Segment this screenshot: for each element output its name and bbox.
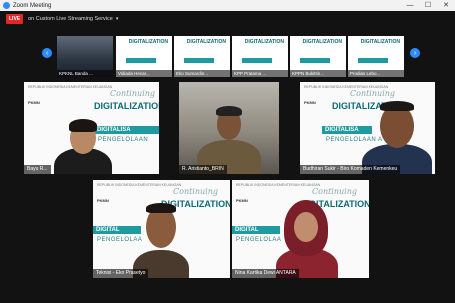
slide-script-title: Continuing [312, 187, 357, 196]
live-stream-bar: LIVE on Custom Live Streaming Service ▾ [0, 11, 455, 27]
slide-script-title: Continuing [173, 187, 218, 196]
gallery-thumb[interactable]: DIGITALIZATION KPP Pratama ... [232, 36, 288, 77]
zoom-app-icon [3, 2, 10, 9]
slide-subtitle: PENGELOLAA [97, 237, 143, 243]
thumb-participant-name: KPP Pratama ... [232, 70, 288, 77]
live-stream-label[interactable]: on Custom Live Streaming Service [28, 16, 113, 22]
thumb-slide-band [242, 58, 272, 63]
participant-name-label: Teknisi - Eko Prasetyo [93, 269, 149, 278]
participant-name-label: Nina Kartika Dewi ANTARA [232, 269, 299, 278]
video-tile[interactable]: REPUBLIK INDONESIA KEMENTERIAN KEUANGAN … [24, 82, 159, 174]
chevron-down-icon[interactable]: ▾ [116, 16, 119, 22]
slide-script-title: Continuing [110, 89, 155, 98]
thumb-slide-band [358, 58, 388, 63]
video-tile[interactable]: R. Aristianto_BRIN [179, 82, 279, 174]
maximize-button[interactable]: ☐ [419, 0, 437, 11]
slide-script-title: Continuing [350, 89, 395, 98]
slide-subtitle: PENGELOLAAN [98, 137, 149, 143]
thumb-slide-title: DIGITALIZATION [360, 39, 400, 45]
thumb-participant-name: KPKNL Banda ... [57, 70, 113, 77]
slide-band: DIGITALISA [94, 126, 159, 134]
gallery-thumb[interactable]: DIGITALIZATION Eko Sumardin... [174, 36, 230, 77]
thumb-slide-title: DIGITALIZATION [244, 39, 284, 45]
window-title: Zoom Meeting [13, 2, 52, 9]
participant-name-label: Bayu R... [24, 165, 51, 174]
video-tile-active-speaker[interactable]: REPUBLIK INDONESIA KEMENTERIAN KEUANGAN … [93, 180, 230, 278]
minimize-button[interactable]: — [401, 0, 419, 11]
gallery-thumb[interactable]: DIGITALIZATION Prodias Lebo... [348, 36, 404, 77]
slide-header: REPUBLIK INDONESIA KEMENTERIAN KEUANGAN [28, 85, 113, 89]
slide-subtitle: PENGELOLAA [236, 237, 282, 243]
slide-title: DIGITALIZATION [94, 101, 159, 111]
slide-header: REPUBLIK INDONESIA KEMENTERIAN KEUANGAN [236, 183, 321, 187]
video-tile[interactable]: REPUBLIK INDONESIA KEMENTERIAN KEUANGAN … [300, 82, 435, 174]
gallery-thumb[interactable]: DIGITALIZATION Vidiada Hecar... [116, 36, 172, 77]
window-controls: — ☐ ✕ [401, 0, 455, 11]
thumb-participant-name: Vidiada Hecar... [116, 70, 172, 77]
gallery-thumb[interactable]: KPKNL Banda ... [57, 36, 113, 77]
thumb-participant-name: KPPN Bukittin... [290, 70, 346, 77]
slide-header: REPUBLIK INDONESIA KEMENTERIAN KEUANGAN [97, 183, 182, 187]
video-tile[interactable]: REPUBLIK INDONESIA KEMENTERIAN KEUANGAN … [232, 180, 369, 278]
gallery-prev-button[interactable]: ‹ [42, 48, 52, 58]
thumb-slide-band [126, 58, 156, 63]
slide-band: DIGITALISA [322, 126, 372, 134]
slide-band: DIGITAL [232, 226, 280, 234]
slide-logos: PKMN [28, 100, 40, 105]
close-button[interactable]: ✕ [437, 0, 455, 11]
thumb-slide-band [300, 58, 330, 63]
thumb-slide-title: DIGITALIZATION [186, 39, 226, 45]
thumb-slide-title: DIGITALIZATION [302, 39, 342, 45]
gallery-thumb[interactable]: DIGITALIZATION KPPN Bukittin... [290, 36, 346, 77]
slide-subtitle: PENGELOLAAN A [326, 137, 383, 143]
window-titlebar: Zoom Meeting — ☐ ✕ [0, 0, 455, 11]
thumb-slide-band [184, 58, 214, 63]
slide-logos: PKMN [304, 100, 316, 105]
thumb-slide-title: DIGITALIZATION [128, 39, 168, 45]
participant-name-label: Budhiran Sukir - Biro Komaden Kemenkeu [300, 165, 401, 174]
slide-logos: PKMN [236, 198, 248, 203]
slide-logos: PKMN [97, 198, 109, 203]
thumb-participant-name: Eko Sumardin... [174, 70, 230, 77]
gallery-next-button[interactable]: › [410, 48, 420, 58]
participant-name-label: R. Aristianto_BRIN [179, 165, 227, 174]
live-badge[interactable]: LIVE [6, 14, 24, 24]
slide-band: DIGITAL [93, 226, 141, 234]
thumb-participant-name: Prodias Lebo... [348, 70, 404, 77]
